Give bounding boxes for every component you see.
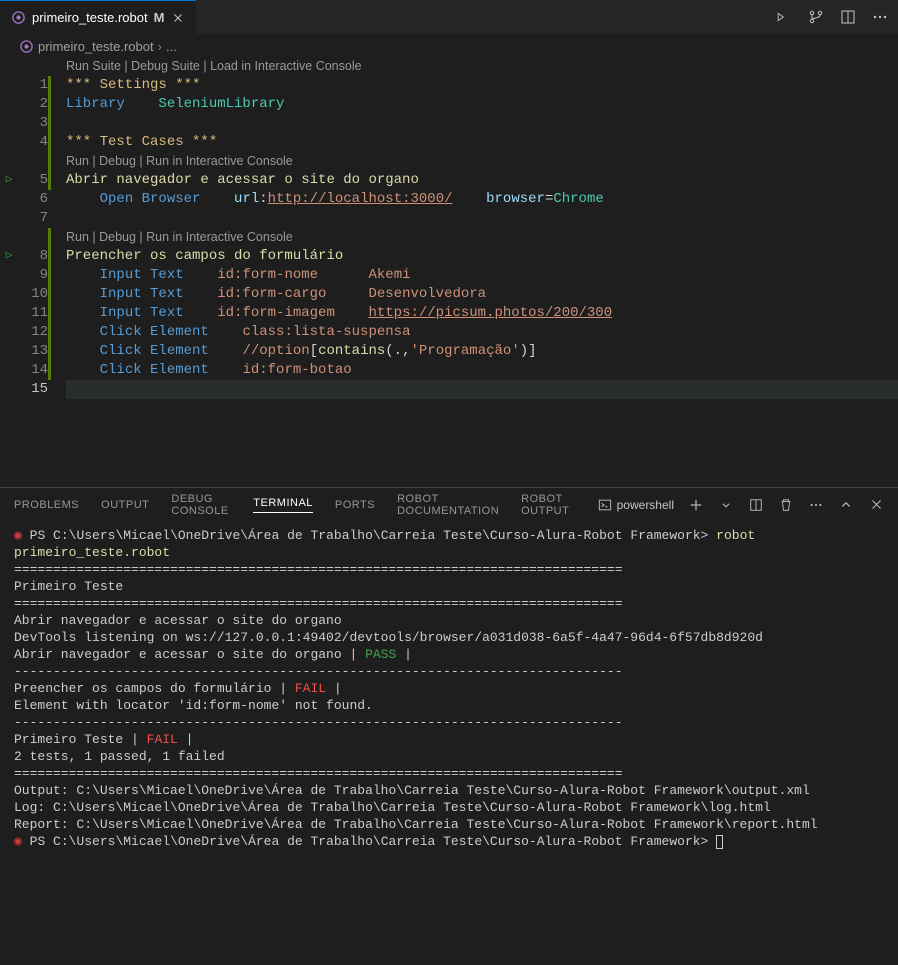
editor-tabbar: primeiro_teste.robot M [0,0,898,35]
prompt-bullet-icon: ◉ [14,528,22,543]
chevron-down-icon[interactable] [718,497,734,513]
split-editor-icon[interactable] [840,9,856,25]
chevron-up-icon[interactable] [838,497,854,513]
run-play-icon[interactable] [776,9,792,25]
prompt-bullet-icon: ◉ [14,834,22,849]
breadcrumb-filename: primeiro_teste.robot [38,39,154,54]
tab-modified-marker: M [154,10,165,25]
new-terminal-icon[interactable] [688,497,704,513]
panel-tabbar: PROBLEMS OUTPUT DEBUG CONSOLE TERMINAL P… [0,488,898,521]
code-content[interactable]: Run Suite | Debug Suite | Load in Intera… [54,57,898,487]
more-icon[interactable] [872,9,888,25]
cursor [716,835,723,849]
kill-terminal-icon[interactable] [778,497,794,513]
run-test-icon[interactable]: ▷ [0,247,18,266]
close-icon[interactable] [170,10,186,26]
run-test-icon[interactable]: ▷ [0,171,18,190]
robot-file-icon [18,38,34,54]
tab-terminal[interactable]: TERMINAL [253,497,313,513]
more-icon[interactable] [808,497,824,513]
close-panel-icon[interactable] [868,497,884,513]
tab-debug-console[interactable]: DEBUG CONSOLE [171,493,231,517]
shell-selector[interactable]: powershell [598,498,674,512]
breadcrumb-rest: ... [166,39,177,54]
tab-problems[interactable]: PROBLEMS [14,499,79,511]
branch-icon[interactable] [808,9,824,25]
tab-robot-output[interactable]: ROBOT OUTPUT [521,493,576,517]
chevron-right-icon: › [158,39,162,54]
split-terminal-icon[interactable] [748,497,764,513]
breadcrumb[interactable]: primeiro_teste.robot › ... [0,35,898,57]
bottom-panel: PROBLEMS OUTPUT DEBUG CONSOLE TERMINAL P… [0,487,898,856]
tab-file[interactable]: primeiro_teste.robot M [0,0,196,34]
code-editor[interactable]: ▷ ▷ 1 2 3 4 5 6 7 8 9 10 11 12 13 14 15 … [0,57,898,487]
tab-ports[interactable]: PORTS [335,499,375,511]
robot-file-icon [10,10,26,26]
codelens-suite[interactable]: Run Suite | Debug Suite | Load in Intera… [66,57,898,76]
tab-output[interactable]: OUTPUT [101,499,149,511]
gutter: ▷ ▷ [0,57,18,487]
codelens-test[interactable]: Run | Debug | Run in Interactive Console [66,228,898,247]
codelens-test[interactable]: Run | Debug | Run in Interactive Console [66,152,898,171]
tab-robot-documentation[interactable]: ROBOT DOCUMENTATION [397,493,499,517]
terminal-output[interactable]: ◉ PS C:\Users\Micael\OneDrive\Área de Tr… [0,521,898,856]
tab-filename: primeiro_teste.robot [32,10,148,25]
